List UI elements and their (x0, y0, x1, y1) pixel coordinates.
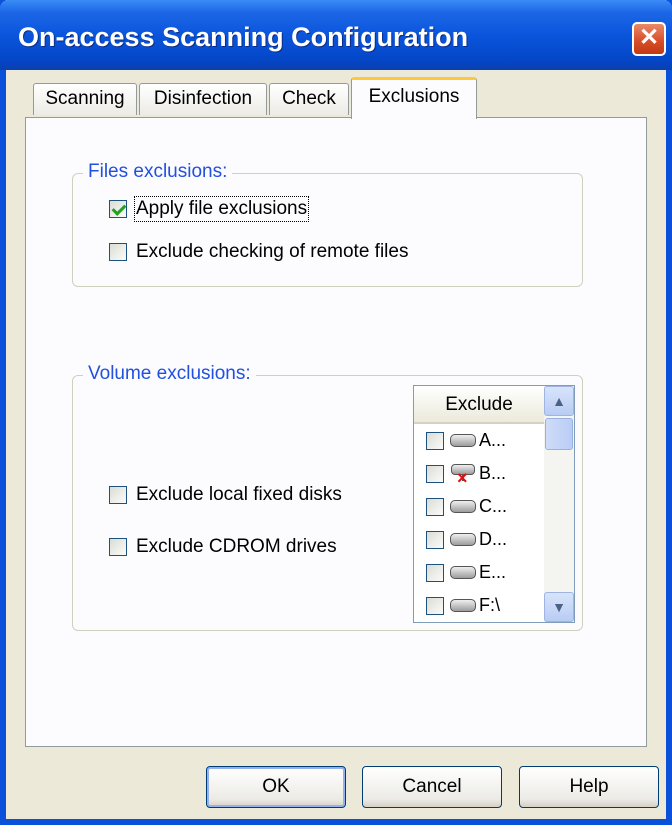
tab-scanning[interactable]: Scanning (33, 83, 137, 115)
drive-label: B... (479, 463, 507, 483)
exclude-cdrom-drives-label: Exclude CDROM drives (136, 536, 337, 557)
tab-label: Check (282, 88, 336, 109)
tab-exclusions[interactable]: Exclusions (351, 77, 477, 119)
apply-file-exclusions-checkbox[interactable]: Apply file exclusions (109, 196, 310, 222)
scroll-down-button[interactable]: ▼ (544, 592, 574, 622)
tab-label: Disinfection (153, 88, 253, 109)
drive-icon (450, 434, 476, 447)
window-title: On-access Scanning Configuration (18, 22, 469, 52)
volume-exclude-list[interactable]: Exclude A... × B... C... D... E... F:\ ▲… (413, 385, 575, 623)
drive-label: F:\ (479, 595, 500, 615)
drive-label: D... (479, 529, 508, 549)
drive-icon (450, 566, 476, 579)
exclude-cdrom-drives-checkbox[interactable]: Exclude CDROM drives (109, 536, 337, 558)
list-item[interactable]: D... (414, 523, 544, 556)
files-exclusions-legend: Files exclusions: (83, 161, 233, 183)
chevron-up-icon: ▲ (552, 393, 566, 409)
list-column-header-exclude[interactable]: Exclude (414, 386, 544, 424)
exclude-local-fixed-disks-label: Exclude local fixed disks (136, 484, 342, 505)
scroll-up-button[interactable]: ▲ (544, 386, 574, 416)
checkbox-box[interactable] (426, 497, 444, 516)
volume-exclusions-legend: Volume exclusions: (83, 363, 256, 385)
vertical-scrollbar[interactable]: ▲ ▼ (544, 386, 574, 622)
tab-label: Scanning (45, 88, 125, 109)
checkbox-box[interactable] (426, 596, 444, 615)
drive-icon (450, 533, 476, 546)
list-rows: A... × B... C... D... E... F:\ (414, 424, 544, 622)
checkbox-box[interactable] (109, 200, 127, 218)
checkbox-box[interactable] (109, 243, 127, 261)
drive-icon (450, 500, 476, 513)
checkbox-box[interactable] (426, 464, 444, 483)
checkbox-box[interactable] (426, 563, 444, 582)
exclude-remote-files-checkbox[interactable]: Exclude checking of remote files (109, 241, 408, 263)
close-icon: ✕ (638, 24, 660, 51)
exclude-remote-files-label: Exclude checking of remote files (136, 241, 409, 262)
list-item[interactable]: E... (414, 556, 544, 589)
exclude-local-fixed-disks-checkbox[interactable]: Exclude local fixed disks (109, 484, 342, 506)
title-bar[interactable]: On-access Scanning Configuration ✕ (0, 0, 672, 70)
help-button[interactable]: Help (519, 766, 659, 808)
scroll-thumb[interactable] (545, 418, 573, 450)
checkbox-box[interactable] (109, 538, 127, 556)
list-item[interactable]: F:\ (414, 589, 544, 622)
checkbox-box[interactable] (109, 486, 127, 504)
list-item[interactable]: A... (414, 424, 544, 457)
checkbox-box[interactable] (426, 431, 444, 450)
cancel-button[interactable]: Cancel (362, 766, 502, 808)
tab-check[interactable]: Check (269, 83, 349, 115)
apply-file-exclusions-label: Apply file exclusions (133, 196, 310, 222)
drive-label: C... (479, 496, 508, 516)
list-item[interactable]: × B... (414, 457, 544, 490)
disconnected-network-drive-icon: × (450, 463, 476, 487)
tab-disinfection[interactable]: Disinfection (139, 83, 267, 115)
drive-label: E... (479, 562, 507, 582)
close-button[interactable]: ✕ (632, 22, 666, 56)
drive-label: A... (479, 430, 507, 450)
chevron-down-icon: ▼ (552, 599, 566, 615)
checkbox-box[interactable] (426, 530, 444, 549)
list-item[interactable]: C... (414, 490, 544, 523)
ok-button[interactable]: OK (206, 766, 346, 808)
drive-icon (450, 599, 476, 612)
tab-label: Exclusions (368, 86, 460, 107)
files-exclusions-group: Files exclusions: (72, 161, 583, 287)
